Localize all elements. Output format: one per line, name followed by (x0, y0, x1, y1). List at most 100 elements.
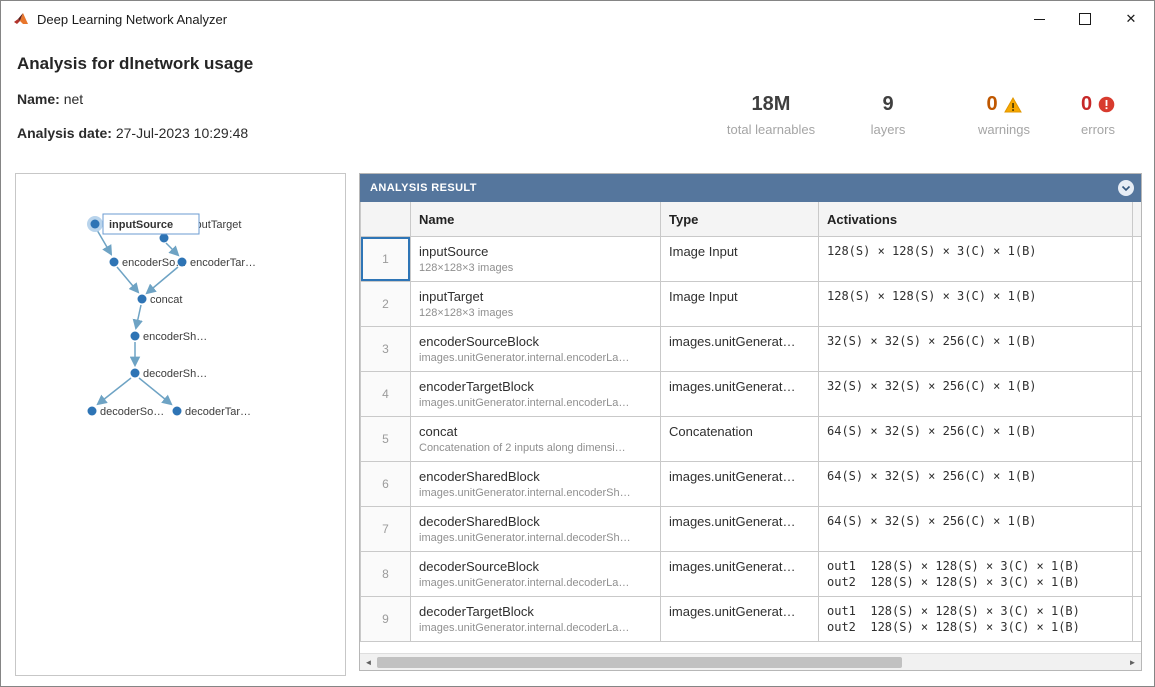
stat-errors: 0 errors (1058, 93, 1138, 137)
window-title: Deep Learning Network Analyzer (37, 12, 227, 27)
row-number: 8 (361, 552, 411, 597)
horizontal-scrollbar[interactable]: ◄ ► (360, 653, 1141, 670)
layer-type: Image Input (661, 282, 819, 327)
name-label: Name: (17, 91, 60, 107)
diagram-node-decoderTargetBlock[interactable]: decoderTar… (173, 406, 252, 418)
layer-activations: out1 128(S) × 128(S) × 3(C) × 1(B) out2 … (819, 597, 1133, 642)
analysis-result-header: ANALYSIS RESULT (360, 174, 1141, 202)
layer-activations: 128(S) × 128(S) × 3(C) × 1(B) (819, 237, 1133, 282)
layer-activations: 32(S) × 32(S) × 256(C) × 1(B) (819, 327, 1133, 372)
diagram-node-inputSource[interactable]: inputSource (87, 214, 199, 234)
column-header-learnables[interactable]: L (1133, 202, 1142, 237)
analysis-date-line: Analysis date: 27-Jul-2023 10:29:48 (17, 125, 248, 141)
layers-label: layers (848, 122, 928, 137)
row-number: 5 (361, 417, 411, 462)
table-row[interactable]: 4 encoderTargetBlock images.unitGenerator… (361, 372, 1142, 417)
layer-learnables (1133, 417, 1142, 462)
scroll-right-arrow[interactable]: ► (1124, 654, 1141, 670)
layer-activations: out1 128(S) × 128(S) × 3(C) × 1(B) out2 … (819, 552, 1133, 597)
diagram-node-encoderSourceBlock[interactable]: encoderSo… (110, 257, 187, 269)
collapse-chevron-button[interactable] (1117, 179, 1135, 197)
layer-subtitle: images.unitGenerator.internal.decoderSh… (419, 532, 652, 544)
date-label: Analysis date: (17, 125, 112, 141)
diagram-node-decoderSourceBlock[interactable]: decoderSo… (88, 406, 165, 418)
layer-learnables: D (1133, 552, 1142, 597)
matlab-logo-icon (13, 11, 29, 27)
diagram-node-encoderSharedBlock[interactable]: encoderSh… (131, 331, 208, 343)
title-bar[interactable]: Deep Learning Network Analyzer ✕ (1, 1, 1154, 37)
maximize-button[interactable] (1062, 1, 1108, 37)
layer-learnables: E (1133, 327, 1142, 372)
layer-name: encoderSourceBlock (419, 334, 652, 349)
layer-subtitle: images.unitGenerator.internal.decoderLa… (419, 577, 652, 589)
table-row[interactable]: 8 decoderSourceBlockimages.unitGenerator… (361, 552, 1142, 597)
layer-name: inputSource (419, 244, 652, 259)
layers-table-viewport: Name Type Activations L 1 inputSource128… (360, 202, 1141, 643)
analysis-result-panel: ANALYSIS RESULT Name Type Activations L … (359, 173, 1142, 671)
stat-total-learnables: 18M total learnables (701, 93, 841, 137)
layer-name: encoderTargetBlock (419, 379, 652, 394)
row-number: 4 (361, 372, 411, 417)
diagram-node-decoderSharedBlock[interactable]: decoderSh… (131, 368, 208, 380)
scroll-left-arrow[interactable]: ◄ (360, 654, 377, 670)
diagram-node-label-concat: concat (150, 294, 182, 306)
table-row[interactable]: 2 inputTarget128×128×3 images Image Inpu… (361, 282, 1142, 327)
warnings-count: 0 (986, 93, 997, 116)
layer-type: Image Input (661, 237, 819, 282)
layer-type: images.unitGenerat… (661, 597, 819, 642)
layer-type: images.unitGenerat… (661, 552, 819, 597)
network-name-line: Name: net (17, 91, 83, 107)
layer-name: encoderSharedBlock (419, 469, 652, 484)
diagram-node-label-decoderTargetBlock: decoderTar… (185, 406, 251, 418)
warning-triangle-icon (1004, 97, 1022, 113)
close-icon: ✕ (1126, 11, 1137, 27)
table-row[interactable]: 3 encoderSourceBlockimages.unitGenerator… (361, 327, 1142, 372)
diagram-node-label-encoderSourceBlock: encoderSo… (122, 257, 186, 269)
table-row[interactable]: 5 concatConcatenation of 2 inputs along … (361, 417, 1142, 462)
layer-name: decoderSharedBlock (419, 514, 652, 529)
column-header-activations[interactable]: Activations (819, 202, 1133, 237)
layer-learnables: E (1133, 462, 1142, 507)
close-button[interactable]: ✕ (1108, 1, 1154, 37)
diagram-node-encoderTargetBlock[interactable]: encoderTar… (178, 257, 257, 269)
table-header-row: Name Type Activations L (361, 202, 1142, 237)
diagram-node-label-encoderTargetBlock: encoderTar… (190, 257, 256, 269)
layer-type: images.unitGenerat… (661, 372, 819, 417)
layer-learnables: - (1133, 282, 1142, 327)
diagram-node-label-decoderSharedBlock: decoderSh… (143, 368, 207, 380)
table-row[interactable]: 9 decoderTargetBlockimages.unitGenerator… (361, 597, 1142, 642)
table-row[interactable]: 1 inputSource128×128×3 images Image Inpu… (361, 237, 1142, 282)
column-header-index[interactable] (361, 202, 411, 237)
page-title: Analysis for dlnetwork usage (17, 54, 253, 74)
layer-activations: 32(S) × 32(S) × 256(C) × 1(B) (819, 372, 1133, 417)
column-header-name[interactable]: Name (411, 202, 661, 237)
diagram-node-label-inputSource: inputSource (109, 219, 173, 231)
scrollbar-thumb[interactable] (377, 657, 902, 668)
minimize-icon (1034, 19, 1045, 20)
layer-subtitle: 128×128×3 images (419, 262, 652, 274)
layers-count: 9 (882, 93, 893, 116)
layer-subtitle: 128×128×3 images (419, 307, 652, 319)
layer-activations: 64(S) × 32(S) × 256(C) × 1(B) (819, 462, 1133, 507)
layer-subtitle: images.unitGenerator.internal.encoderSh… (419, 487, 652, 499)
learnables-label: total learnables (701, 122, 841, 137)
summary-header: Analysis for dlnetwork usage Name: net A… (1, 37, 1154, 163)
column-header-type[interactable]: Type (661, 202, 819, 237)
scrollbar-track[interactable] (377, 654, 1124, 670)
date-value: 27-Jul-2023 10:29:48 (116, 125, 248, 141)
app-window: Deep Learning Network Analyzer ✕ Analysi… (0, 0, 1155, 687)
learnables-count: 18M (752, 93, 791, 116)
stat-warnings: 0 warnings (954, 93, 1054, 137)
table-row[interactable]: 6 encoderSharedBlockimages.unitGenerator… (361, 462, 1142, 507)
minimize-button[interactable] (1016, 1, 1062, 37)
layer-type: images.unitGenerat… (661, 462, 819, 507)
layer-name: decoderTargetBlock (419, 604, 652, 619)
table-row[interactable]: 7 decoderSharedBlockimages.unitGenerator… (361, 507, 1142, 552)
row-number: 2 (361, 282, 411, 327)
diagram-node-concat[interactable]: concat (138, 294, 183, 306)
network-diagram-panel: inputTarget encoderSo… encoderTar… conca… (15, 173, 346, 676)
diagram-node-label-decoderSourceBlock: decoderSo… (100, 406, 164, 418)
layer-type: Concatenation (661, 417, 819, 462)
layer-subtitle: images.unitGenerator.internal.encoderLa… (419, 397, 652, 409)
analysis-result-title: ANALYSIS RESULT (370, 182, 477, 194)
